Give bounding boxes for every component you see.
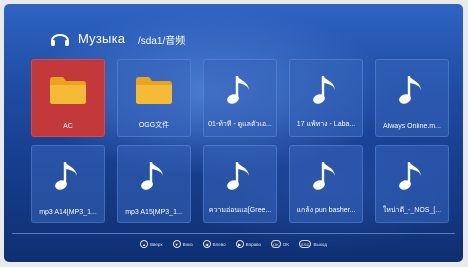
hint-exit: ESC Выход <box>299 240 327 248</box>
music-note-icon <box>118 146 190 206</box>
tile-label: OGG文件 <box>138 122 170 129</box>
hint-left: ◀ Влево <box>202 240 226 248</box>
hint-label: Выход <box>313 241 327 247</box>
hint-label: Влево <box>212 241 226 247</box>
tile-music-file[interactable]: mp3 A14[MP3_1... <box>31 145 105 223</box>
tile-music-file[interactable]: ใหน่าดี_-_NOS_[... <box>375 145 449 223</box>
music-note-icon <box>290 146 362 206</box>
music-note-icon <box>376 146 448 206</box>
tile-label: แกล้ง pun basher... <box>296 207 356 214</box>
tile-label: mp3 A15[MP3_1... <box>125 209 183 216</box>
tile-music-file[interactable]: ความอ่อนแอ[Gree... <box>203 145 277 223</box>
tile-label: ใหน่าดี_-_NOS_[... <box>382 207 442 214</box>
hint-right: ▶ Вправо <box>235 240 261 248</box>
hint-label: Вниз <box>182 241 193 247</box>
hint-ok: OK OK <box>270 240 290 248</box>
hint-label: OK <box>282 241 290 247</box>
page-title: Музыка <box>78 31 126 46</box>
up-arrow-icon: ▲ <box>140 240 149 248</box>
hint-down: ▼ Вниз <box>172 240 193 248</box>
tile-label: AC <box>63 123 73 130</box>
current-path: /sda1/音频 <box>138 36 186 47</box>
hint-up: ▲ Вверх <box>140 240 163 248</box>
header: Музыка /sda1/音频 <box>4 4 463 60</box>
tile-label: 17 แพ้ทาง - Laba... <box>296 121 356 128</box>
tile-music-file[interactable]: แกล้ง pun basher... <box>289 145 363 223</box>
tile-label: 01-ท้าที - ดูแลตัวเอ... <box>208 121 272 128</box>
music-browser-screen: Музыка /sda1/音频 AC OGG文件 01-ท้าที - ดูแล… <box>4 4 463 262</box>
hint-label: Вверх <box>150 241 163 247</box>
left-arrow-icon: ◀ <box>202 240 211 248</box>
hint-label: Вправо <box>245 241 261 247</box>
divider <box>12 233 455 234</box>
headphones-icon <box>51 34 69 46</box>
music-note-icon <box>32 146 104 206</box>
tile-label: mp3 A14[MP3_1... <box>39 209 97 216</box>
music-note-icon <box>204 146 276 206</box>
music-note-icon <box>290 60 362 120</box>
tile-music-file[interactable]: mp3 A15[MP3_1... <box>117 145 191 223</box>
tile-folder-ac[interactable]: AC <box>31 59 105 137</box>
tile-label: Always Online.m... <box>383 123 441 130</box>
down-arrow-icon: ▼ <box>172 240 181 248</box>
tile-music-file[interactable]: 01-ท้าที - ดูแลตัวเอ... <box>203 59 277 137</box>
tile-label: ความอ่อนแอ[Gree... <box>208 207 272 214</box>
tile-music-file[interactable]: Always Online.m... <box>375 59 449 137</box>
right-arrow-icon: ▶ <box>235 240 244 248</box>
folder-icon <box>118 60 190 120</box>
tile-folder-ogg[interactable]: OGG文件 <box>117 59 191 137</box>
ok-key-icon: OK <box>270 240 281 248</box>
esc-key-icon: ESC <box>299 240 312 248</box>
folder-icon <box>32 60 104 120</box>
tile-music-file[interactable]: 17 แพ้ทาง - Laba... <box>289 59 363 137</box>
remote-hints-bar: ▲ Вверх ▼ Вниз ◀ Влево ▶ Вправо OK OK ES… <box>4 236 463 252</box>
music-note-icon <box>204 60 276 120</box>
music-note-icon <box>376 60 448 120</box>
